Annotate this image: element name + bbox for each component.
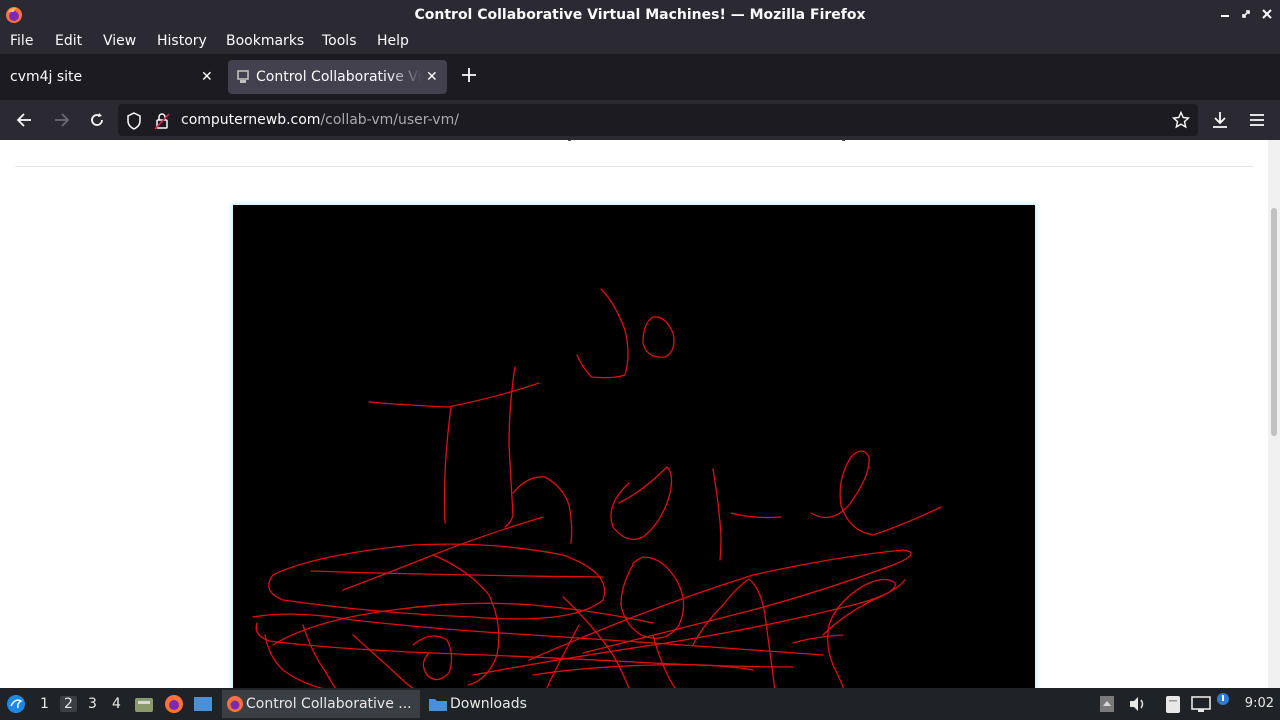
file-manager-launcher-icon[interactable] xyxy=(134,695,154,717)
task-label: Control Collaborative ... xyxy=(246,696,412,712)
tab-label: Control Collaborative Virt xyxy=(256,69,422,85)
taskbar: 1 2 3 4 Control Collaborative ... Downlo… xyxy=(0,688,1280,720)
tray-show-hidden-icon[interactable] xyxy=(1099,694,1115,718)
hamburger-menu-icon[interactable] xyxy=(1247,110,1267,134)
task-firefox-window[interactable]: Control Collaborative ... xyxy=(222,690,420,718)
menu-tools[interactable]: Tools xyxy=(322,33,357,49)
shield-icon[interactable] xyxy=(126,112,142,134)
firefox-launcher-icon[interactable] xyxy=(164,694,184,718)
close-window-icon[interactable] xyxy=(1260,6,1276,22)
menu-history[interactable]: History xyxy=(157,33,207,49)
desktop-launcher-icon[interactable] xyxy=(193,695,213,717)
lock-icon[interactable] xyxy=(154,112,170,134)
workspace-2[interactable]: 2 xyxy=(60,696,77,712)
vm-screen[interactable] xyxy=(233,205,1035,688)
window-titlebar: Control Collaborative Virtual Machines! … xyxy=(0,0,1280,30)
window-title: Control Collaborative Virtual Machines! … xyxy=(414,7,866,23)
workspace-4[interactable]: 4 xyxy=(112,696,121,712)
page-content xyxy=(0,140,1268,688)
navigation-toolbar: computernewb.com/collab-vm/user-vm/ xyxy=(0,100,1280,140)
tab-control-collaborative[interactable]: Control Collaborative Virt ✕ xyxy=(228,60,447,94)
download-icon[interactable] xyxy=(1210,110,1230,134)
update-notification-icon[interactable] xyxy=(1216,692,1230,710)
divider xyxy=(15,166,1253,167)
menu-edit[interactable]: Edit xyxy=(55,33,82,49)
volume-icon[interactable] xyxy=(1127,694,1147,718)
maximize-icon[interactable] xyxy=(1239,6,1255,22)
new-tab-icon[interactable] xyxy=(460,66,478,88)
clipboard-icon[interactable] xyxy=(1163,694,1183,718)
tab-cvm4j-site[interactable]: cvm4j site ✕ xyxy=(0,60,222,94)
menu-view[interactable]: View xyxy=(103,33,136,49)
task-label: Downloads xyxy=(450,696,527,712)
clipped-text-fragment xyxy=(568,140,571,141)
address-bar[interactable]: computernewb.com/collab-vm/user-vm/ xyxy=(118,104,1198,136)
folder-icon xyxy=(428,696,448,716)
site-favicon-icon xyxy=(235,69,251,89)
menu-bar: File Edit View History Bookmarks Tools H… xyxy=(0,30,1280,54)
close-icon[interactable]: ✕ xyxy=(201,69,213,85)
menu-help[interactable]: Help xyxy=(377,33,409,49)
firefox-icon xyxy=(226,695,244,717)
tab-bar: cvm4j site ✕ Control Collaborative Virt … xyxy=(0,54,1280,100)
back-arrow-icon[interactable] xyxy=(15,110,35,134)
clock[interactable]: 9:02 xyxy=(1245,696,1274,711)
url-text[interactable]: computernewb.com/collab-vm/user-vm/ xyxy=(181,112,459,128)
network-icon[interactable] xyxy=(1190,694,1212,718)
scrollbar-thumb[interactable] xyxy=(1271,208,1277,436)
minimize-icon[interactable] xyxy=(1218,6,1234,22)
reload-icon[interactable] xyxy=(87,110,107,134)
menu-bookmarks[interactable]: Bookmarks xyxy=(226,33,304,49)
workspace-1[interactable]: 1 xyxy=(40,696,49,712)
start-menu-icon[interactable] xyxy=(6,694,26,718)
tab-label: cvm4j site xyxy=(10,69,83,85)
close-icon[interactable]: ✕ xyxy=(426,69,438,85)
workspace-3[interactable]: 3 xyxy=(88,696,97,712)
page-scrollbar[interactable] xyxy=(1268,140,1280,688)
star-icon[interactable] xyxy=(1171,110,1191,133)
forward-arrow-icon[interactable] xyxy=(51,110,71,134)
menu-file[interactable]: File xyxy=(10,33,33,49)
url-host: computernewb.com xyxy=(181,112,321,128)
vm-drawing xyxy=(252,288,942,688)
url-path: /collab-vm/user-vm/ xyxy=(320,112,459,128)
task-downloads-window[interactable]: Downloads xyxy=(424,690,544,718)
clipped-text-fragment xyxy=(842,140,845,141)
